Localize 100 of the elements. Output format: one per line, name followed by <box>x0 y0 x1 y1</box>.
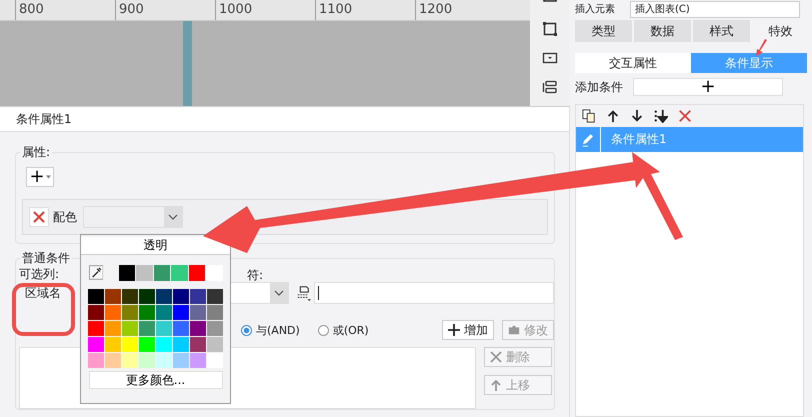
down-arrow-icon[interactable] <box>630 109 644 123</box>
radio-label: 或(OR) <box>332 322 369 338</box>
color-swatch[interactable] <box>190 321 206 336</box>
tab[interactable]: 数据 <box>634 20 691 42</box>
color-swatch[interactable] <box>173 289 189 304</box>
color-swatch[interactable] <box>156 321 172 336</box>
logic-radio[interactable]: 与(AND) <box>241 322 300 338</box>
puzzle-icon <box>508 324 520 336</box>
insert-label: 插入元素 <box>575 2 616 17</box>
layout-icon[interactable] <box>542 79 558 95</box>
ruler-label: 800 <box>19 2 44 17</box>
ruler-label: 1200 <box>419 2 452 17</box>
tab[interactable]: 类型 <box>575 20 632 42</box>
color-swatch[interactable] <box>139 305 155 320</box>
color-swatch[interactable] <box>207 289 223 304</box>
color-swatch[interactable] <box>105 305 121 320</box>
frame-icon[interactable] <box>542 21 558 37</box>
up-arrow-icon <box>490 379 502 391</box>
color-swatch[interactable] <box>188 265 206 281</box>
color-swatch[interactable] <box>122 337 138 352</box>
annotation-arrow <box>756 39 767 56</box>
add-attribute-button[interactable]: + <box>26 167 54 187</box>
tab[interactable]: 样式 <box>693 20 750 42</box>
formula-icon[interactable] <box>295 285 311 301</box>
color-swatch[interactable] <box>105 321 121 336</box>
color-swatch[interactable] <box>171 265 188 281</box>
column-item[interactable]: 区域名 <box>19 284 69 302</box>
plus-icon <box>448 324 460 336</box>
color-swatch[interactable] <box>173 321 189 336</box>
operator-combo[interactable] <box>229 282 289 304</box>
condition-label: 条件属性1 <box>610 131 667 148</box>
caret-icon <box>46 175 51 179</box>
color-swatch[interactable] <box>88 289 104 304</box>
copy-icon[interactable] <box>582 109 596 123</box>
up-arrow-icon[interactable] <box>606 109 620 123</box>
color-swatch[interactable] <box>88 353 104 368</box>
color-swatch[interactable] <box>139 337 155 352</box>
subtab[interactable]: 交互属性 <box>575 53 691 73</box>
color-swatch[interactable] <box>190 305 206 320</box>
radio-button[interactable] <box>241 324 252 336</box>
eyedropper-icon[interactable] <box>88 265 104 280</box>
radio-button[interactable] <box>318 324 329 336</box>
move-bottom-icon[interactable] <box>654 109 668 123</box>
color-swatch[interactable] <box>105 353 121 368</box>
color-swatch[interactable] <box>156 289 172 304</box>
color-swatch[interactable] <box>88 321 104 336</box>
color-swatch[interactable] <box>190 289 206 304</box>
group-legend: 属性: <box>20 145 52 159</box>
color-swatch[interactable] <box>156 353 172 368</box>
color-swatch[interactable] <box>105 337 121 352</box>
add-button[interactable]: 增加 <box>442 320 494 340</box>
color-swatch[interactable] <box>139 321 155 336</box>
close-icon <box>490 351 502 363</box>
dialog-title: 条件属性1 <box>16 112 72 126</box>
insert-dropdown[interactable]: 插入图表(C) <box>630 1 800 18</box>
color-swatch[interactable] <box>122 289 138 304</box>
color-combo[interactable] <box>83 206 183 228</box>
color-swatch[interactable] <box>207 305 223 320</box>
pencil-icon <box>581 132 595 146</box>
color-swatch[interactable] <box>122 305 138 320</box>
transparent-button[interactable]: 透明 <box>81 237 230 255</box>
logic-radio[interactable]: 或(OR) <box>318 322 369 338</box>
ruler-label: 1000 <box>219 2 252 17</box>
color-swatch[interactable] <box>139 289 155 304</box>
chevron-icon <box>274 290 284 296</box>
operator-label: 符: <box>247 267 264 281</box>
highlight-frame <box>12 283 75 336</box>
add-condition-label: 添加条件 <box>575 78 623 96</box>
more-colors-button[interactable]: 更多颜色... <box>88 371 222 389</box>
color-swatch[interactable] <box>206 265 223 281</box>
color-swatch[interactable] <box>156 305 172 320</box>
color-swatch[interactable] <box>190 353 206 368</box>
color-swatch[interactable] <box>139 353 155 368</box>
color-swatch[interactable] <box>122 353 138 368</box>
add-condition-button[interactable]: + <box>633 78 783 96</box>
value-input-field[interactable] <box>314 282 554 304</box>
color-swatch[interactable] <box>136 265 153 281</box>
delete-icon[interactable] <box>678 109 692 123</box>
color-swatch[interactable] <box>122 321 138 336</box>
color-swatch[interactable] <box>173 337 189 352</box>
color-swatch[interactable] <box>207 321 223 336</box>
color-swatch[interactable] <box>207 337 223 352</box>
color-swatch[interactable] <box>173 305 189 320</box>
color-swatch[interactable] <box>190 337 206 352</box>
color-swatch[interactable] <box>156 337 172 352</box>
color-swatch[interactable] <box>173 353 189 368</box>
chevron-icon <box>168 214 178 220</box>
ruler-label: 900 <box>119 2 144 17</box>
color-swatch[interactable] <box>154 265 170 281</box>
color-swatch[interactable] <box>118 265 136 281</box>
color-swatch[interactable] <box>88 337 104 352</box>
color-swatch[interactable] <box>88 305 104 320</box>
ruler-label: 1100 <box>319 2 352 17</box>
color-swatch[interactable] <box>207 353 223 368</box>
remove-button[interactable] <box>29 207 49 227</box>
column-label: 可选列: <box>19 267 60 281</box>
color-swatch[interactable] <box>105 289 121 304</box>
group-legend: 普通条件 <box>20 251 72 265</box>
dropdown-icon[interactable] <box>542 50 558 66</box>
radio-label: 与(AND) <box>256 322 300 338</box>
